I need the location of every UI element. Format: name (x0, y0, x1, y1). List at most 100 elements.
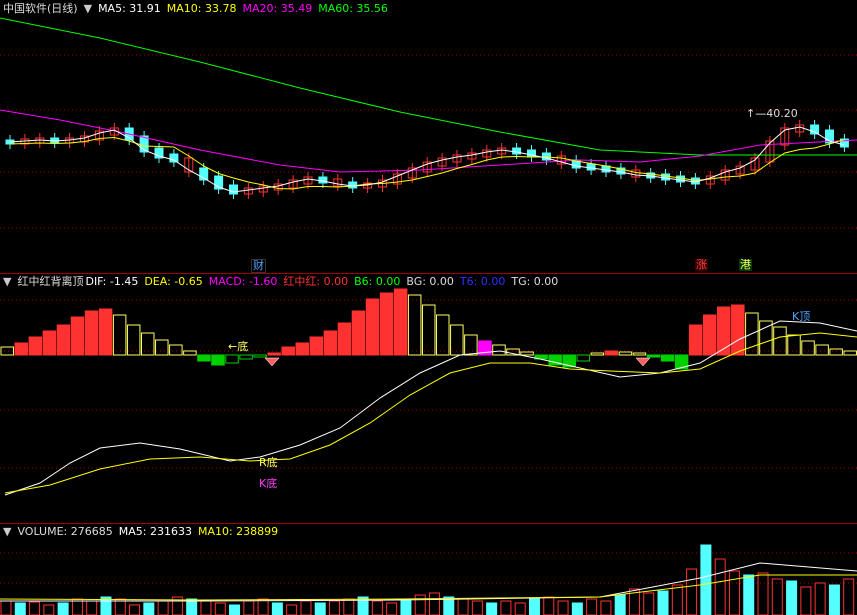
macd-bar (646, 354, 661, 358)
macd-bar (436, 314, 450, 356)
dropdown-triangle-icon[interactable]: ▼ (3, 275, 11, 289)
macd-bar (225, 354, 239, 364)
macd-bar (731, 304, 745, 356)
price-panel[interactable]: 中国软件(日线) ▼ MA5: 31.91 MA10: 33.78 MA20: 35.4… (0, 0, 857, 273)
k-bottom-label: K底 (259, 477, 278, 490)
macd-bar (421, 304, 436, 356)
macd-bar (829, 348, 843, 356)
macd-bar (155, 339, 169, 356)
volume-bar (29, 601, 41, 615)
volume-bar (214, 602, 226, 615)
candlestick-chart[interactable] (0, 0, 857, 273)
volume-bar (400, 598, 412, 615)
bottom-arrow-label: ←底 (228, 340, 249, 353)
r-bottom-label: R底 (259, 456, 278, 469)
macd-bar (379, 292, 394, 356)
macd-bar (393, 288, 408, 356)
macd-bar (126, 324, 141, 356)
volume-bar (329, 600, 341, 615)
volume-bar (286, 604, 298, 615)
volume-header: ▼ VOLUME: 276685 MA5: 231633 MA10: 238899 (3, 525, 284, 539)
volume-bar (143, 602, 155, 615)
macd-bar (0, 346, 14, 356)
macd-bar (140, 332, 155, 356)
volume-bar (671, 584, 683, 615)
indicator-title: 红中红背离顶 (17, 275, 84, 288)
macd-bar (267, 352, 281, 356)
macd-bar (688, 324, 703, 356)
event-tag-hk[interactable]: 港 (739, 259, 752, 271)
candle-down (348, 181, 358, 189)
macd-bar (717, 306, 731, 356)
volume-bar (557, 600, 569, 615)
volume-bar (800, 586, 812, 615)
dif-readout: DIF: -1.45 (85, 275, 139, 288)
macd-readout: MACD: -1.60 (208, 275, 278, 288)
vol-ma10-line (0, 574, 857, 601)
volume-bar (786, 580, 798, 615)
vol-ma5-line (0, 562, 857, 602)
volume-bar (471, 600, 483, 615)
macd-bar (520, 351, 534, 356)
candle-down (586, 163, 596, 171)
macd-bar (576, 354, 591, 362)
volume-bar (257, 598, 269, 615)
k-top-label: K顶 (792, 310, 811, 323)
divergence-marker-icon (264, 357, 280, 367)
candle-down (661, 173, 671, 181)
event-tag-rise[interactable]: 涨 (695, 259, 708, 271)
volume-bar (14, 602, 26, 615)
macd-bar (365, 298, 380, 356)
candle-down (229, 184, 238, 195)
macd-bar (590, 352, 605, 356)
volume-bar (814, 582, 826, 615)
high-price-marker: ↑—40.20 (746, 107, 798, 120)
candle-down (169, 153, 179, 163)
macd-bar (759, 320, 773, 356)
macd-bar (702, 314, 717, 356)
b6-readout: B6: 0.00 (354, 275, 401, 288)
event-tag-finance[interactable]: 财 (251, 259, 266, 273)
macd-bar (197, 354, 211, 362)
volume-bar (600, 600, 612, 615)
candle-down (676, 175, 685, 183)
volume-bar (200, 600, 212, 615)
volume-bar (643, 592, 655, 615)
macd-bar (70, 316, 85, 356)
macd-bar (787, 334, 801, 356)
tg-readout: TG: 0.00 (511, 275, 559, 288)
dea-readout: DEA: -0.65 (144, 275, 203, 288)
macd-bar (492, 344, 506, 356)
macd-bar (618, 351, 633, 356)
volume-bar (771, 578, 783, 615)
volume-bar (686, 568, 698, 615)
macd-bar (211, 354, 225, 366)
volume-bar (586, 598, 598, 615)
volume-bar (657, 590, 669, 615)
volume-bar (828, 584, 840, 615)
ma60-readout: MA60: 35.56 (318, 2, 388, 15)
stock-title: 中国软件(日线) (3, 2, 78, 15)
macd-bar (309, 336, 324, 356)
volume-bar (700, 544, 712, 615)
candle-down (512, 147, 522, 155)
volume-bar (129, 604, 141, 615)
macd-chart[interactable] (0, 273, 857, 523)
volume-bar (343, 598, 355, 615)
macd-bar (295, 342, 310, 356)
bg-readout: BG: 0.00 (406, 275, 454, 288)
price-header: 中国软件(日线) ▼ MA5: 31.91 MA10: 33.78 MA20: 35.4… (3, 2, 394, 16)
volume-panel[interactable]: ▼ VOLUME: 276685 MA5: 231633 MA10: 238899 (0, 523, 857, 615)
macd-bar (407, 294, 422, 356)
indicator-panel[interactable]: ▼ 红中红背离顶 DIF: -1.45 DEA: -0.65 MACD: -1.60 红中… (0, 273, 857, 523)
dropdown-triangle-icon[interactable]: ▼ (84, 2, 92, 16)
dropdown-triangle-icon[interactable]: ▼ (3, 525, 11, 539)
volume-bar (157, 600, 169, 615)
macd-bar (84, 310, 99, 356)
volume-readout: VOLUME: 276685 (17, 525, 113, 538)
indicator-header: ▼ 红中红背离顶 DIF: -1.45 DEA: -0.65 MACD: -1.60 红中… (3, 275, 564, 289)
macd-bar (28, 336, 43, 356)
macd-bar (323, 330, 338, 356)
macd-bar (801, 340, 815, 356)
macd-bar (98, 308, 113, 356)
